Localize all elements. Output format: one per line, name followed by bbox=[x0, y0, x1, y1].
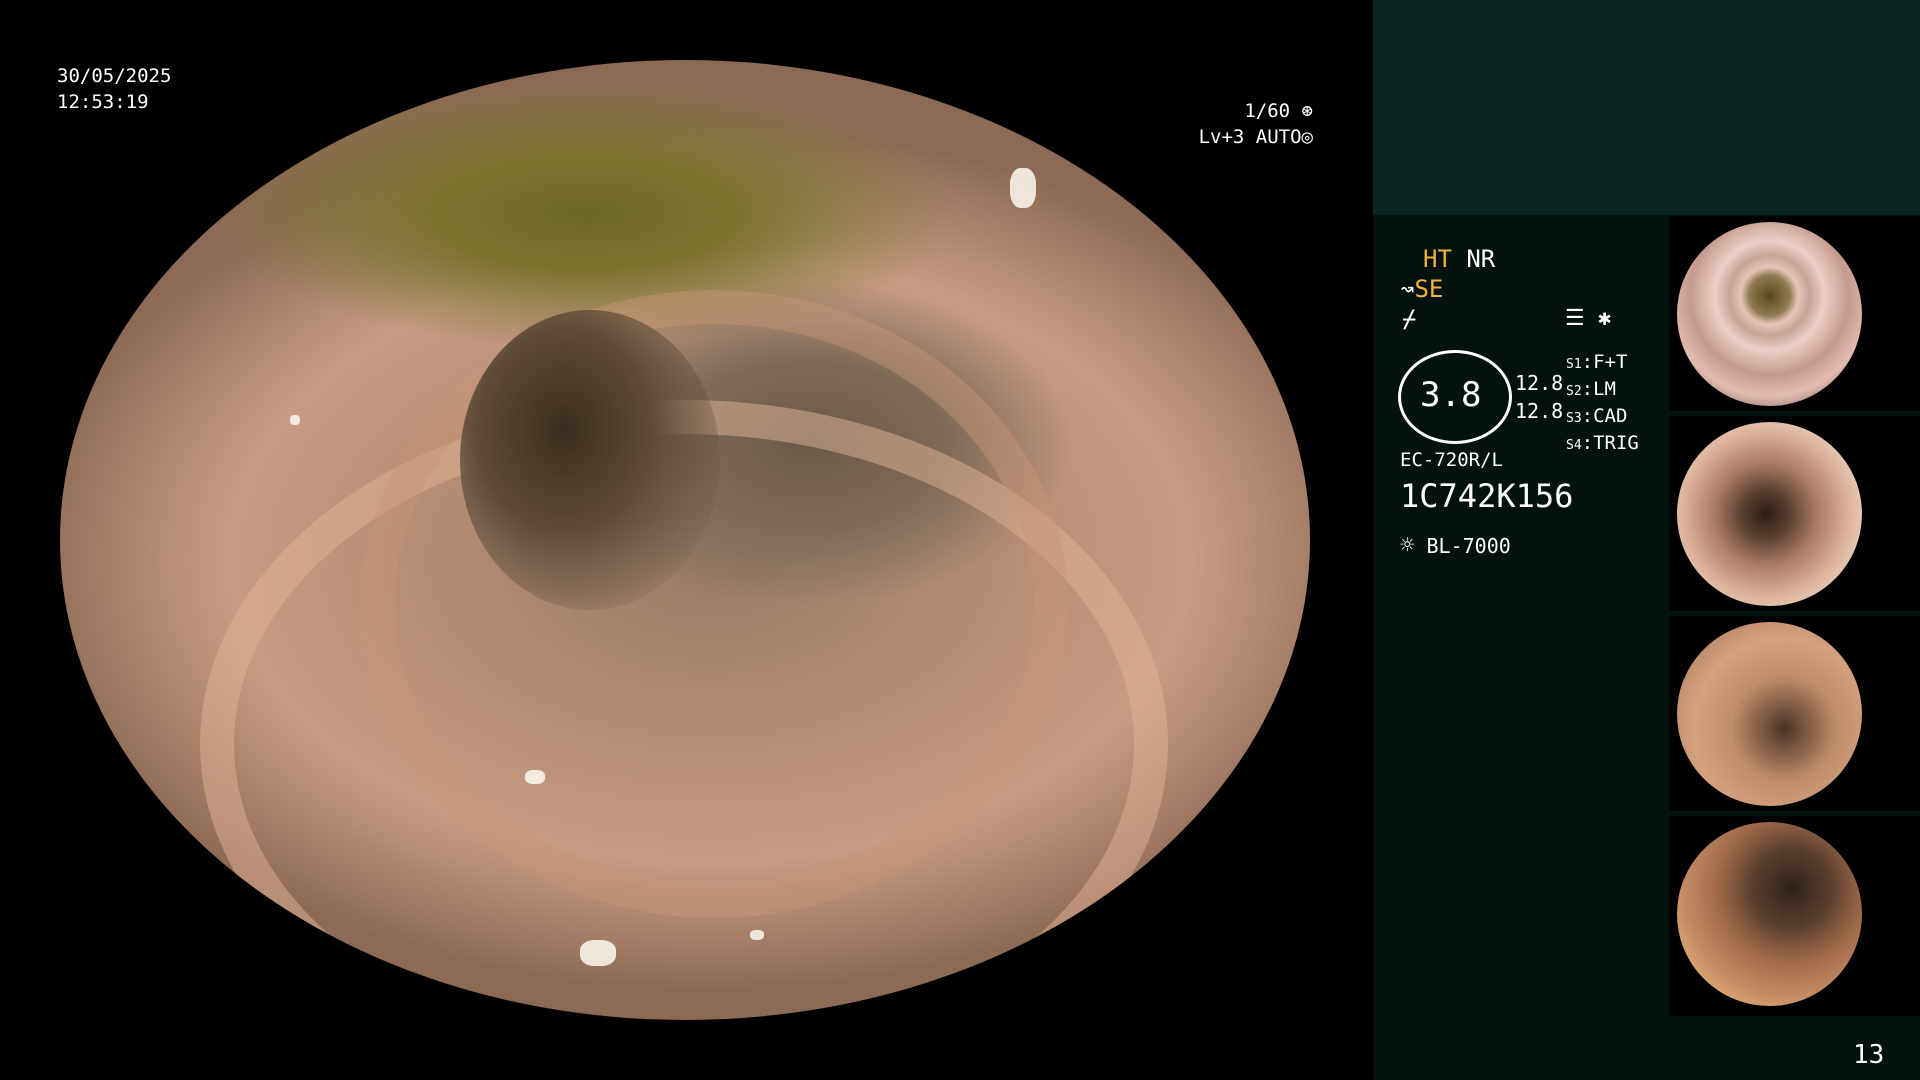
exposure-icon: ◎ bbox=[1301, 126, 1313, 148]
osd-date: 30/05/2025 bbox=[57, 65, 172, 87]
osd-datetime: 30/05/2025 12:53:19 bbox=[57, 63, 171, 115]
switch-key: S3 bbox=[1566, 411, 1582, 426]
capture-thumbnail-2[interactable] bbox=[1669, 416, 1920, 611]
endoscope-main-view: 30/05/2025 12:53:19 1/60 ⊛ Lv+3 AUTO◎ bbox=[0, 0, 1373, 1080]
switch-list: S1:F+T S2:LM S3:CAD S4:TRIG bbox=[1566, 350, 1639, 458]
light-reflection bbox=[525, 770, 545, 784]
scope-model: EC-720R/L bbox=[1400, 449, 1503, 471]
switch-value: LM bbox=[1593, 378, 1616, 400]
osd-exposure-mode: AUTO bbox=[1255, 126, 1302, 148]
switch-key: S2 bbox=[1566, 384, 1582, 399]
switch-s3: S3:CAD bbox=[1566, 405, 1628, 427]
mode-ht: HT bbox=[1423, 245, 1452, 273]
switch-s4: S4:TRIG bbox=[1566, 432, 1639, 454]
osd-level-row: Lv+3 AUTO◎ bbox=[1199, 124, 1313, 150]
menu-icon: ☰ bbox=[1565, 306, 1585, 331]
colon-lumen bbox=[460, 310, 720, 610]
mode-row: HT NR bbox=[1423, 244, 1495, 274]
gauge-right-1: 12.8 bbox=[1515, 371, 1564, 395]
shutter-icon: ⊛ bbox=[1301, 100, 1313, 122]
light-reflection bbox=[1218, 805, 1236, 819]
switch-key: S4 bbox=[1566, 438, 1582, 453]
se-label: SE bbox=[1414, 275, 1444, 303]
switch-s1: S1:F+T bbox=[1566, 351, 1628, 373]
flash-icon: ⌿ bbox=[1402, 305, 1417, 333]
gauge-value: 3.8 bbox=[1420, 375, 1482, 415]
osd-shutter-row: 1/60 ⊛ bbox=[1199, 98, 1313, 124]
light-source-icon: ☼ bbox=[1400, 531, 1415, 559]
light-reflection bbox=[1010, 168, 1036, 208]
structure-enhance-icon: ↝ bbox=[1400, 275, 1415, 303]
light-source-row: ☼ BL-7000 bbox=[1400, 532, 1511, 559]
light-reflection bbox=[750, 930, 764, 940]
capture-thumbnail-3[interactable] bbox=[1669, 616, 1920, 811]
light-reflection bbox=[580, 940, 616, 966]
capture-thumbnail-4[interactable] bbox=[1669, 816, 1920, 1016]
osd-time: 12:53:19 bbox=[57, 91, 149, 113]
mucosal-fold-inner bbox=[360, 290, 1068, 918]
thumbnail-image bbox=[1677, 822, 1862, 1006]
thumbnail-image bbox=[1677, 622, 1862, 806]
switch-value: F+T bbox=[1593, 351, 1628, 373]
osd-exposure: 1/60 ⊛ Lv+3 AUTO◎ bbox=[1199, 98, 1313, 150]
light-source-label: BL-7000 bbox=[1426, 534, 1511, 558]
scope-serial: 1C742K156 bbox=[1400, 477, 1574, 515]
switch-s2: S2:LM bbox=[1566, 378, 1616, 400]
osd-level: Lv+3 bbox=[1198, 126, 1245, 148]
gauge-right-2: 12.8 bbox=[1515, 399, 1564, 423]
switch-key: S1 bbox=[1566, 357, 1582, 372]
switch-value: CAD bbox=[1593, 405, 1628, 427]
capture-thumbnail-1[interactable] bbox=[1669, 216, 1920, 411]
thumbnail-image bbox=[1677, 222, 1862, 406]
info-panel-header bbox=[1373, 0, 1920, 215]
asterisk-icon: ✱ bbox=[1598, 306, 1612, 331]
thumbnail-image bbox=[1677, 422, 1862, 606]
capture-count: 13 bbox=[1853, 1040, 1885, 1070]
mode-nr: NR bbox=[1466, 245, 1496, 273]
switch-value: TRIG bbox=[1593, 432, 1639, 454]
se-row: ↝SE bbox=[1400, 274, 1443, 304]
endoscopic-image bbox=[60, 60, 1310, 1020]
light-reflection bbox=[290, 415, 300, 425]
osd-shutter: 1/60 bbox=[1244, 100, 1291, 122]
